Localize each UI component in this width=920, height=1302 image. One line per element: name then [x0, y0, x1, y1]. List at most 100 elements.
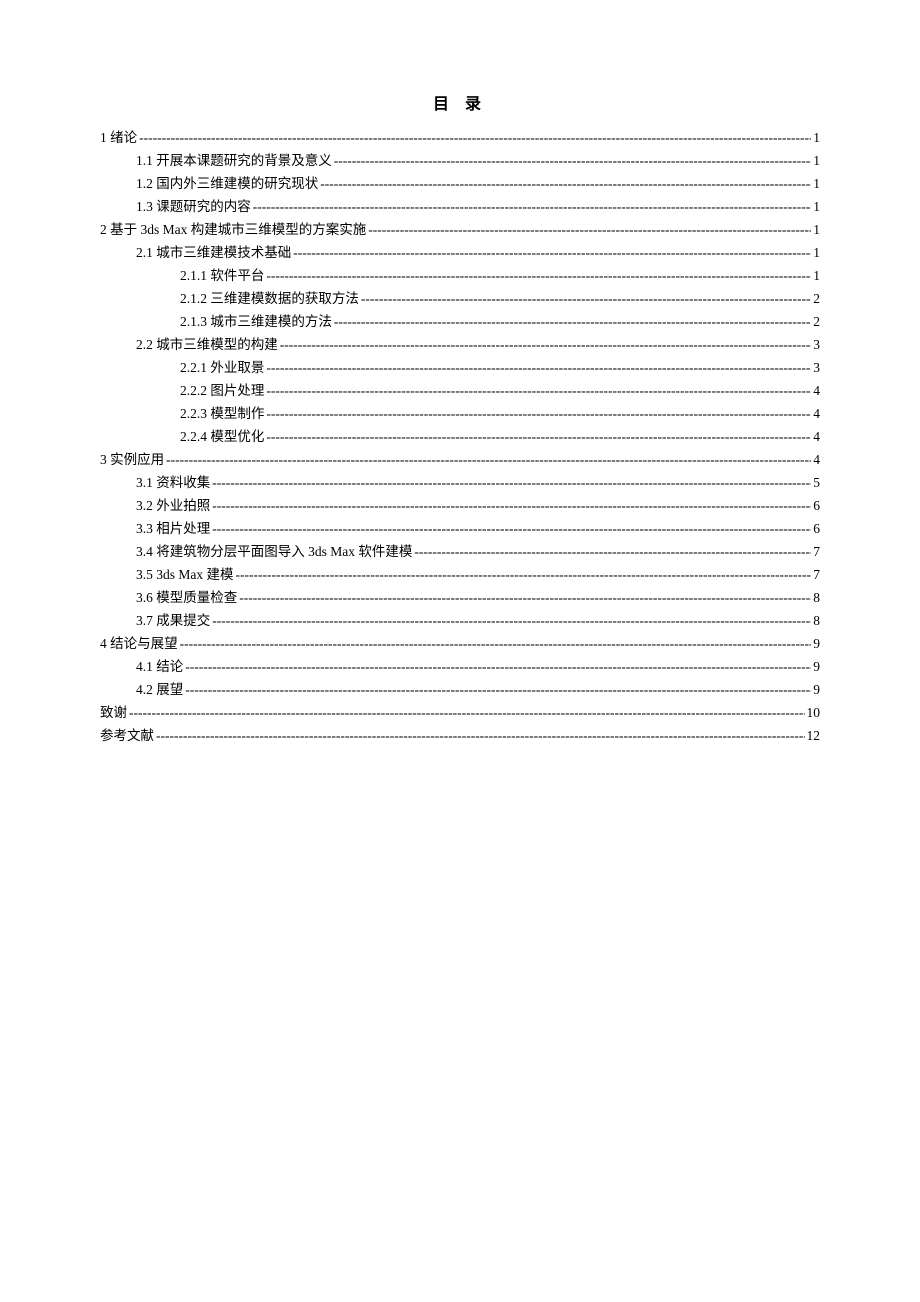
toc-entry: 2 基于 3ds Max 构建城市三维模型的方案实施 1 [100, 218, 820, 241]
toc-entry: 3 实例应用 4 [100, 448, 820, 471]
toc-entry-label: 1.1 开展本课题研究的背景及意义 [136, 149, 332, 172]
toc-entry-page: 3 [813, 356, 820, 379]
toc-leader [129, 701, 805, 724]
toc-entry-label: 4.1 结论 [136, 655, 183, 678]
toc-entry-page: 12 [807, 724, 821, 747]
toc-entry-page: 10 [807, 701, 821, 724]
toc-entry-page: 5 [813, 471, 820, 494]
toc-leader [156, 724, 805, 747]
toc-entry: 3.2 外业拍照 6 [100, 494, 820, 517]
toc-entry-page: 9 [813, 655, 820, 678]
toc-leader [293, 241, 811, 264]
toc-leader [266, 425, 811, 448]
toc-entry: 3.7 成果提交 8 [100, 609, 820, 632]
toc-entry-page: 9 [813, 678, 820, 701]
toc-entry-page: 4 [813, 379, 820, 402]
toc-entry: 2.2.1 外业取景 3 [100, 356, 820, 379]
toc-entry-page: 3 [813, 333, 820, 356]
toc-entry: 2.1.1 软件平台1 [100, 264, 820, 287]
toc-leader [185, 678, 811, 701]
toc-entry: 2.1.3 城市三维建模的方法2 [100, 310, 820, 333]
toc-entry: 1 绪论 1 [100, 126, 820, 149]
toc-leader [266, 379, 811, 402]
toc-entry: 4.2 展望 9 [100, 678, 820, 701]
toc-entry-page: 8 [813, 609, 820, 632]
toc-entry-label: 2.2.4 模型优化 [180, 425, 264, 448]
toc-entry-page: 9 [813, 632, 820, 655]
toc-leader [239, 586, 811, 609]
toc-leader [266, 264, 811, 287]
toc-leader [236, 563, 812, 586]
toc-entry-label: 3.1 资料收集 [136, 471, 210, 494]
toc-leader [212, 494, 811, 517]
toc-entry-label: 1 绪论 [100, 126, 137, 149]
toc-leader [334, 149, 812, 172]
toc-entry-page: 6 [813, 517, 820, 540]
toc-entry-label: 3.5 3ds Max 建模 [136, 563, 234, 586]
toc-leader [334, 310, 811, 333]
toc-leader [266, 356, 811, 379]
toc-entry: 2.2.2 图片处理4 [100, 379, 820, 402]
toc-leader [185, 655, 811, 678]
toc-entry-label: 2.2.3 模型制作 [180, 402, 264, 425]
toc-entry-label: 1.2 国内外三维建模的研究现状 [136, 172, 318, 195]
toc-entry-page: 4 [813, 425, 820, 448]
toc-entry: 1.2 国内外三维建模的研究现状1 [100, 172, 820, 195]
toc-entry-label: 2.1 城市三维建模技术基础 [136, 241, 291, 264]
document-page: 目 录 1 绪论11.1 开展本课题研究的背景及意义11.2 国内外三维建模的研… [0, 0, 920, 847]
toc-entry-label: 3.4 将建筑物分层平面图导入 3ds Max 软件建模 [136, 540, 412, 563]
toc-entry-label: 参考文献 [100, 724, 154, 747]
toc-entry-page: 2 [813, 287, 820, 310]
toc-entry-page: 4 [813, 448, 820, 471]
toc-entry-label: 2.2 城市三维模型的构建 [136, 333, 278, 356]
toc-entry-label: 致谢 [100, 701, 127, 724]
toc-leader [212, 609, 811, 632]
toc-entry-label: 2.2.1 外业取景 [180, 356, 264, 379]
toc-entry-label: 2.1.1 软件平台 [180, 264, 264, 287]
toc-entry-label: 4.2 展望 [136, 678, 183, 701]
toc-leader [320, 172, 811, 195]
toc-entry-label: 3.2 外业拍照 [136, 494, 210, 517]
toc-entry-label: 2.1.3 城市三维建模的方法 [180, 310, 332, 333]
toc-list: 1 绪论11.1 开展本课题研究的背景及意义11.2 国内外三维建模的研究现状1… [100, 126, 820, 747]
toc-entry-page: 1 [813, 126, 820, 149]
toc-entry-label: 3.3 相片处理 [136, 517, 210, 540]
toc-entry: 2.2.3 模型制作 4 [100, 402, 820, 425]
toc-leader [180, 632, 812, 655]
toc-entry-page: 1 [813, 218, 820, 241]
toc-leader [361, 287, 811, 310]
toc-entry: 3.4 将建筑物分层平面图导入 3ds Max 软件建模 7 [100, 540, 820, 563]
toc-entry: 3.3 相片处理 6 [100, 517, 820, 540]
toc-entry: 3.6 模型质量检查 8 [100, 586, 820, 609]
toc-leader [212, 517, 811, 540]
toc-entry: 致谢 10 [100, 701, 820, 724]
toc-entry-page: 4 [813, 402, 820, 425]
toc-entry-label: 2 基于 3ds Max 构建城市三维模型的方案实施 [100, 218, 366, 241]
toc-entry-label: 3.7 成果提交 [136, 609, 210, 632]
toc-entry: 3.5 3ds Max 建模 7 [100, 563, 820, 586]
toc-entry: 1.1 开展本课题研究的背景及意义 1 [100, 149, 820, 172]
toc-leader [253, 195, 812, 218]
toc-leader [414, 540, 811, 563]
toc-entry-label: 2.1.2 三维建模数据的获取方法 [180, 287, 359, 310]
toc-entry: 2.2.4 模型优化 4 [100, 425, 820, 448]
toc-entry-label: 4 结论与展望 [100, 632, 178, 655]
toc-leader [212, 471, 811, 494]
toc-entry: 3.1 资料收集 5 [100, 471, 820, 494]
toc-entry-page: 1 [813, 241, 820, 264]
toc-entry-page: 1 [813, 149, 820, 172]
toc-leader [139, 126, 811, 149]
toc-leader [280, 333, 812, 356]
toc-title: 目 录 [100, 90, 820, 114]
toc-entry-label: 3 实例应用 [100, 448, 164, 471]
toc-entry-page: 8 [813, 586, 820, 609]
toc-entry-page: 7 [813, 563, 820, 586]
toc-entry: 4 结论与展望 9 [100, 632, 820, 655]
toc-entry-page: 7 [813, 540, 820, 563]
toc-entry-label: 3.6 模型质量检查 [136, 586, 237, 609]
toc-entry: 参考文献 12 [100, 724, 820, 747]
toc-entry-label: 1.3 课题研究的内容 [136, 195, 251, 218]
toc-entry: 1.3 课题研究的内容1 [100, 195, 820, 218]
toc-leader [266, 402, 811, 425]
toc-entry-page: 6 [813, 494, 820, 517]
